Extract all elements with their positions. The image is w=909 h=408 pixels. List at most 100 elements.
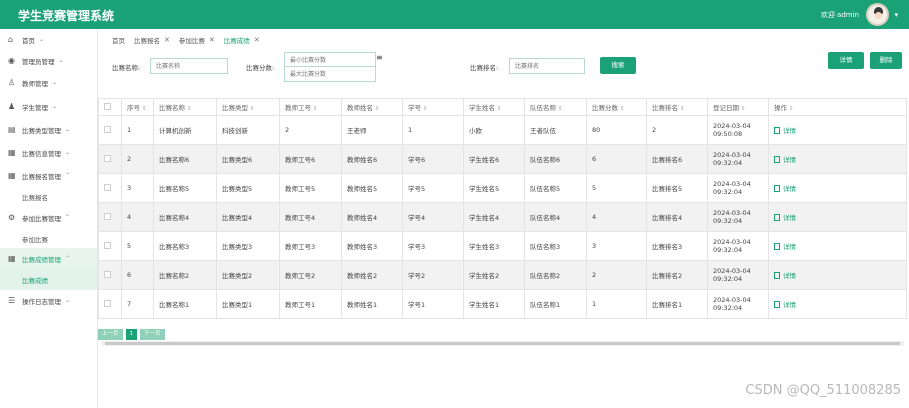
sort-icon[interactable]: ⇕	[423, 106, 428, 112]
sort-icon[interactable]: ⇕	[789, 106, 794, 112]
table-cell: 2024-03-04 09:32:04	[707, 289, 769, 319]
page-1-button[interactable]: 1	[125, 329, 138, 340]
row-detail-link[interactable]: 详情	[774, 299, 906, 309]
scrollbar-thumb[interactable]	[105, 342, 900, 345]
prev-page-button[interactable]: 上一页	[98, 329, 123, 340]
sidebar-item-4[interactable]: ▤ 比赛类型管理 ⌄	[0, 119, 97, 140]
column-header[interactable]: 比赛分数 ⇕	[586, 98, 647, 116]
row-detail-link[interactable]: 详情	[774, 125, 906, 135]
table-row[interactable]: 1 计算机创新 科技创新 2 王老师 1 小欧 王者队伍 80 2 2024-03-04 09:50…	[98, 115, 907, 145]
row-checkbox[interactable]	[104, 154, 111, 162]
next-page-button[interactable]: 下一页	[140, 329, 165, 340]
table-cell: 教师姓名5	[341, 173, 403, 203]
table-row[interactable]: 6 比赛名称2 比赛类型2 教师工号2 教师姓名2 学号2 学生姓名2 队伍名称2 2 比赛排名2…	[98, 260, 907, 290]
row-detail-link[interactable]: 详情	[774, 183, 906, 193]
avatar[interactable]	[866, 3, 889, 26]
sidebar-item-5[interactable]: ▦ 比赛信息管理 ⌄	[0, 142, 97, 163]
sidebar-item-9[interactable]: 参加比赛	[0, 228, 97, 249]
table-row[interactable]: 5 比赛名称3 比赛类型3 教师工号3 教师姓名3 学号3 学生姓名3 队伍名称3 3 比赛排名3…	[98, 231, 907, 261]
tab-3[interactable]: 比赛成绩 ✕	[224, 35, 260, 45]
sort-icon[interactable]: ⇕	[313, 106, 318, 112]
column-header[interactable]: 学号 ⇕	[402, 98, 464, 116]
sidebar-item-2[interactable]: ♙ 教师管理 ⌄	[0, 72, 97, 93]
sort-icon[interactable]: ⇕	[620, 106, 625, 112]
sidebar-item-label: 参加比赛管理	[22, 214, 61, 223]
row-select-cell	[98, 202, 122, 232]
column-header[interactable]: 学生姓名 ⇕	[463, 98, 525, 116]
sidebar-item-12[interactable]: ☰ 操作日志管理 ⌄	[0, 290, 97, 311]
column-header[interactable]: 登记日期 ⇕	[707, 98, 769, 116]
column-header[interactable]: 队伍名称 ⇕	[524, 98, 587, 116]
column-header[interactable]: 比赛名称 ⇕	[153, 98, 217, 116]
row-checkbox[interactable]	[104, 125, 111, 133]
sidebar-item-1[interactable]: ◉ 管理员管理 ⌄	[0, 50, 97, 71]
column-header-label: 队伍名称	[530, 104, 556, 112]
document-icon	[774, 184, 780, 192]
sort-icon[interactable]: ⇕	[497, 106, 502, 112]
table-cell: 1	[121, 115, 154, 145]
column-header[interactable]: 教师工号 ⇕	[279, 98, 342, 116]
table-cell: 学号1	[402, 289, 464, 319]
close-icon[interactable]: ✕	[164, 36, 170, 44]
tab-label: 参加比赛	[178, 37, 205, 45]
chevron-down-icon[interactable]: ▾	[894, 11, 898, 19]
row-detail-link[interactable]: 详情	[774, 212, 906, 222]
row-detail-label: 详情	[783, 214, 796, 222]
table-row[interactable]: 2 比赛名称6 比赛类型6 教师工号6 教师姓名6 学号6 学生姓名6 队伍名称6 6 比赛排名6…	[98, 144, 907, 174]
sidebar-item-3[interactable]: ♟ 学生管理 ⌄	[0, 96, 97, 117]
sidebar-item-10[interactable]: ▦ 比赛成绩管理 ⌃	[0, 248, 97, 269]
row-checkbox[interactable]	[104, 212, 111, 220]
action-cell: 详情	[768, 144, 907, 174]
column-header[interactable]: 教师姓名 ⇕	[341, 98, 403, 116]
select-all-checkbox[interactable]	[104, 102, 111, 110]
table-cell: 比赛名称2	[153, 260, 217, 290]
row-checkbox[interactable]	[104, 299, 111, 307]
sidebar-item-0[interactable]: ⌂ 首页 ⌄	[0, 29, 97, 50]
tab-0[interactable]: 首页	[112, 35, 125, 45]
table-cell: 7	[121, 289, 154, 319]
column-header[interactable]: 序号 ⇕	[121, 98, 154, 116]
sidebar-item-label: 学生管理	[22, 103, 48, 112]
sidebar-item-11[interactable]: 比赛成绩	[0, 269, 97, 290]
delete-button[interactable]: 删除	[870, 52, 902, 69]
horizontal-scrollbar[interactable]	[101, 341, 904, 346]
table-cell: 教师姓名1	[341, 289, 403, 319]
close-icon[interactable]: ✕	[209, 36, 215, 44]
sort-icon[interactable]: ⇕	[558, 106, 563, 112]
rank-input[interactable]	[509, 58, 585, 74]
column-header[interactable]: 操作 ⇕	[768, 98, 907, 116]
row-detail-link[interactable]: 详情	[774, 241, 906, 251]
row-checkbox[interactable]	[104, 270, 111, 278]
tab-2[interactable]: 参加比赛 ✕	[179, 35, 215, 45]
sidebar-item-8[interactable]: ⚙ 参加比赛管理 ⌃	[0, 207, 97, 228]
sidebar-item-6[interactable]: ▦ 比赛报名管理 ⌃	[0, 165, 97, 186]
sort-icon[interactable]: ⇕	[142, 106, 147, 112]
competition-name-input[interactable]	[150, 58, 228, 74]
table-row[interactable]: 4 比赛名称4 比赛类型4 教师工号4 教师姓名4 学号4 学生姓名4 队伍名称4 4 比赛排名4…	[98, 202, 907, 232]
tab-1[interactable]: 比赛报名 ✕	[134, 35, 170, 45]
sidebar-item-7[interactable]: 比赛报名	[0, 186, 97, 207]
sort-icon[interactable]: ⇕	[680, 106, 685, 112]
row-detail-link[interactable]: 详情	[774, 154, 906, 164]
table-row[interactable]: 7 比赛名称1 比赛类型1 教师工号1 教师姓名1 学号1 学生姓名1 队伍名称1 1 比赛排名1…	[98, 289, 907, 319]
row-checkbox[interactable]	[104, 241, 111, 249]
row-select-cell	[98, 173, 122, 203]
document-icon	[774, 126, 780, 134]
table-cell: 比赛排名4	[646, 202, 708, 232]
row-checkbox[interactable]	[104, 183, 111, 191]
table-cell: 学号6	[402, 144, 464, 174]
row-detail-label: 详情	[783, 243, 796, 251]
sort-icon[interactable]: ⇕	[741, 106, 746, 112]
sort-icon[interactable]: ⇕	[250, 106, 255, 112]
sort-icon[interactable]: ⇕	[375, 106, 380, 112]
score-max-input[interactable]	[284, 66, 376, 82]
detail-button[interactable]: 详情	[828, 52, 864, 69]
column-header[interactable]: 比赛类型 ⇕	[216, 98, 280, 116]
gear-icon: ⚙	[8, 212, 16, 222]
sort-icon[interactable]: ⇕	[187, 106, 192, 112]
column-header[interactable]: 比赛排名 ⇕	[646, 98, 708, 116]
search-button[interactable]: 搜索	[600, 57, 636, 74]
row-detail-link[interactable]: 详情	[774, 270, 906, 280]
close-icon[interactable]: ✕	[254, 36, 260, 44]
table-row[interactable]: 3 比赛名称5 比赛类型5 教师工号5 教师姓名5 学号5 学生姓名5 队伍名称5 5 比赛排名5…	[98, 173, 907, 203]
